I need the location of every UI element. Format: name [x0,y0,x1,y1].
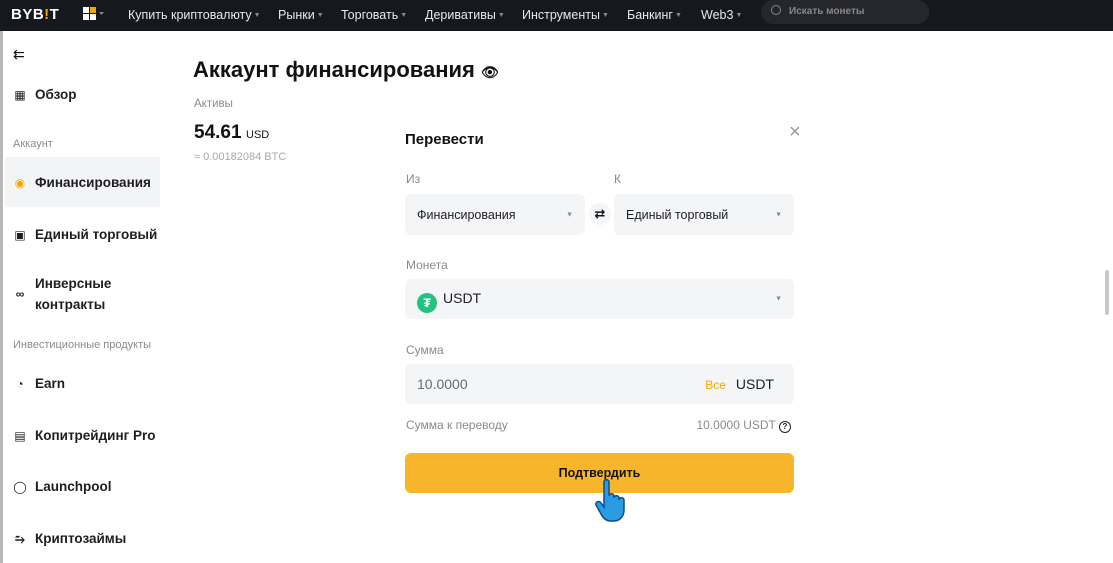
eye-icon[interactable]: 👁 [481,64,499,80]
sidebar-item-label: Earn [35,376,66,391]
nav-markets[interactable]: Рынки ▼ [278,8,324,22]
amount-label: Сумма [406,343,444,357]
nav-web3[interactable]: Web3 ▼ [701,8,742,22]
sidebar-item-loans[interactable]: ⥲ Криптозаймы [13,531,126,547]
btc-equivalent: ≈ 0.00182084 BTC [194,151,287,163]
nav-trade[interactable]: Торговать ▼ [341,8,407,22]
launchpool-icon: ◯ [13,480,27,494]
close-icon[interactable]: × [789,121,801,144]
nav-label: Инструменты [522,8,600,22]
balance: 54.61 USD [194,122,269,144]
nav-label: Торговать [341,8,399,22]
page-title: Аккаунт финансирования 👁 [193,57,499,83]
scrollbar[interactable] [1105,270,1109,315]
amount-value: 10.0000 [417,376,468,392]
sidebar-item-unified[interactable]: ▣ Единый торговый [13,227,157,242]
sidebar-item-inverse[interactable]: ∞ Инверсные контракты [13,273,112,315]
sidebar-item-label: Launchpool [35,479,112,494]
sidebar-section-invest: Инвестиционные продукты [13,339,152,351]
sidebar-item-label: Единый торговый [35,227,158,242]
sidebar-section-account: Аккаунт [13,138,53,150]
nav-buy-crypto[interactable]: Купить криптовалюту ▼ [128,8,261,22]
to-value: Единый торговый [626,208,729,222]
funding-coin-icon: ◉ [14,176,26,190]
earn-icon: ◔ [16,377,24,391]
hand-cursor-icon [594,478,628,527]
top-nav-bar: BYB!T Купить криптовалюту ▼ Рынки ▼ Торгов… [0,0,1113,31]
sidebar-item-launchpool[interactable]: ◯ Launchpool [13,479,112,494]
transfer-amount-value: 10.0000 USDT [696,418,776,432]
nav-label: Деривативы [425,8,496,22]
sidebar-item-label: Инверсные [35,276,112,291]
sidebar-item-funding[interactable]: ◉ Финансирования [13,175,151,190]
transfer-amount-label: Сумма к переводу [406,418,508,432]
sidebar-item-copytrading[interactable]: ▤ Копитрейдинг Pro [13,428,156,443]
coin-label: Монета [406,258,448,272]
chevron-down-icon: ▼ [775,295,782,303]
search-input[interactable]: Искать монеты [761,0,929,24]
nav-label: Купить криптовалюту [128,8,252,22]
bybit-logo[interactable]: BYB!T [11,6,59,23]
from-label: Из [406,172,421,186]
nav-tools[interactable]: Инструменты ▼ [522,8,609,22]
nav-derivatives[interactable]: Деривативы ▼ [425,8,505,22]
sidebar-item-label: контракты [35,297,106,312]
sidebar-item-label: Финансирования [35,175,151,190]
page-title-text: Аккаунт финансирования [193,57,475,82]
swap-icon[interactable]: ⇄ [589,203,611,225]
chevron-down-icon: ▼ [566,211,573,218]
nav-label: Web3 [701,8,734,22]
sidebar-item-label: Криптозаймы [35,531,127,546]
coin-select[interactable]: ₮ USDT ▼ [405,279,794,319]
balance-value: 54.61 [194,122,242,143]
link-rings-icon: ∞ [15,287,25,301]
overview-grid-icon: ▦ [14,88,26,102]
modal-title: Перевести [405,131,484,148]
sidebar-item-overview[interactable]: ▦ Обзор [13,87,77,102]
to-account-select[interactable]: Единый торговый ▼ [614,194,794,235]
search-icon [771,5,781,15]
search-placeholder: Искать монеты [789,6,865,17]
nav-label: Банкинг [627,8,673,22]
to-label: К [614,172,621,186]
from-account-select[interactable]: Финансирования ▼ [405,194,585,235]
balance-currency: USD [246,129,270,141]
nav-banking[interactable]: Банкинг ▼ [627,8,682,22]
sidebar-item-label: Копитрейдинг Pro [35,428,156,443]
window-edge [0,31,3,563]
apps-grid-icon[interactable] [83,7,105,26]
sidebar-item-label: Обзор [35,87,77,102]
wallet-icon: ▣ [14,228,26,242]
clipboard-icon: ▤ [14,429,26,443]
sidebar-item-earn[interactable]: ◔ Earn [13,376,65,391]
loan-hand-icon: ⥲ [15,532,25,546]
chevron-down-icon: ▼ [775,211,782,218]
amount-currency: USDT [735,376,774,392]
amount-input[interactable]: 10.0000 Все USDT [405,364,794,404]
transfer-amount: 10.0000 USDT ? [696,418,791,433]
from-value: Финансирования [417,208,516,222]
usdt-icon: ₮ [417,293,437,313]
assets-label: Активы [194,98,233,110]
nav-label: Рынки [278,8,315,22]
coin-value: USDT [443,290,482,306]
max-all-button[interactable]: Все [705,378,726,392]
help-icon[interactable]: ? [779,421,791,433]
collapse-menu-icon[interactable]: ⇇ [13,46,25,63]
